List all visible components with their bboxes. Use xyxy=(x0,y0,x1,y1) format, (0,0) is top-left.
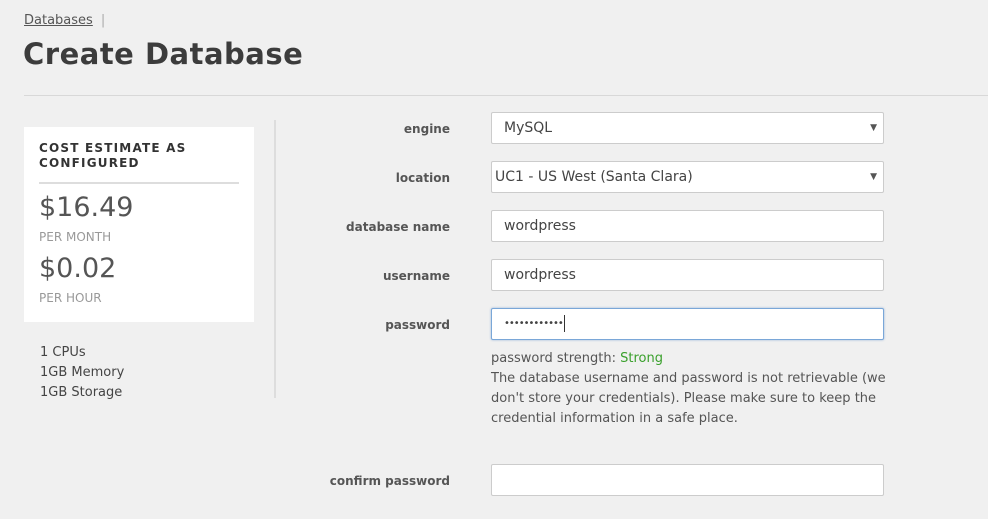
notice-line: The database username and password is no… xyxy=(491,371,886,386)
breadcrumb-separator: | xyxy=(100,13,106,28)
password-strength-value: Strong xyxy=(620,351,663,366)
credentials-notice: The database username and password is no… xyxy=(491,369,886,429)
notice-line: credential information in a safe place. xyxy=(491,411,738,426)
password-label: password xyxy=(385,318,450,332)
spec-memory: 1GB Memory xyxy=(40,365,125,380)
confirm-password-label: confirm password xyxy=(329,474,450,488)
username-input[interactable]: wordpress xyxy=(491,259,884,291)
username-label: username xyxy=(382,269,450,283)
monthly-price: $16.49 xyxy=(39,192,134,223)
location-label: location xyxy=(395,171,450,185)
engine-value: MySQL xyxy=(504,120,553,136)
username-value: wordpress xyxy=(504,267,576,283)
caret-down-icon: ▼ xyxy=(870,172,877,182)
database-name-value: wordpress xyxy=(504,218,576,234)
database-name-input[interactable]: wordpress xyxy=(491,210,884,242)
breadcrumb-databases-link[interactable]: Databases xyxy=(24,13,93,28)
location-value: UC1 - US West (Santa Clara) xyxy=(495,169,693,185)
password-input[interactable]: •••••••••••• xyxy=(491,308,884,340)
header-divider xyxy=(24,95,988,96)
hourly-price: $0.02 xyxy=(39,253,117,284)
cost-estimate-divider xyxy=(39,182,239,184)
spec-cpus: 1 CPUs xyxy=(40,345,86,360)
password-strength: password strength: Strong xyxy=(491,349,663,369)
notice-line: don't store your credentials). Please ma… xyxy=(491,391,877,406)
text-cursor xyxy=(563,314,565,332)
password-strength-label: password strength: xyxy=(491,351,616,366)
hourly-price-unit: PER HOUR xyxy=(39,291,102,305)
breadcrumb: Databases | xyxy=(24,13,105,28)
location-select[interactable]: UC1 - US West (Santa Clara) ▼ xyxy=(491,161,884,193)
database-name-label: database name xyxy=(346,220,450,234)
cost-estimate-card: COST ESTIMATE AS CONFIGURED $16.49 PER M… xyxy=(24,127,254,322)
cost-estimate-title: COST ESTIMATE AS CONFIGURED xyxy=(39,141,187,170)
engine-select[interactable]: MySQL ▼ xyxy=(491,112,884,144)
caret-down-icon: ▼ xyxy=(870,123,877,133)
spec-storage: 1GB Storage xyxy=(40,385,123,400)
monthly-price-unit: PER MONTH xyxy=(39,230,112,244)
password-value: •••••••••••• xyxy=(504,318,564,329)
engine-label: engine xyxy=(403,122,450,136)
page-title: Create Database xyxy=(23,37,304,71)
confirm-password-input[interactable] xyxy=(491,464,884,496)
spec-list: 1 CPUs 1GB Memory 1GB Storage xyxy=(40,343,124,403)
column-divider xyxy=(274,120,276,398)
